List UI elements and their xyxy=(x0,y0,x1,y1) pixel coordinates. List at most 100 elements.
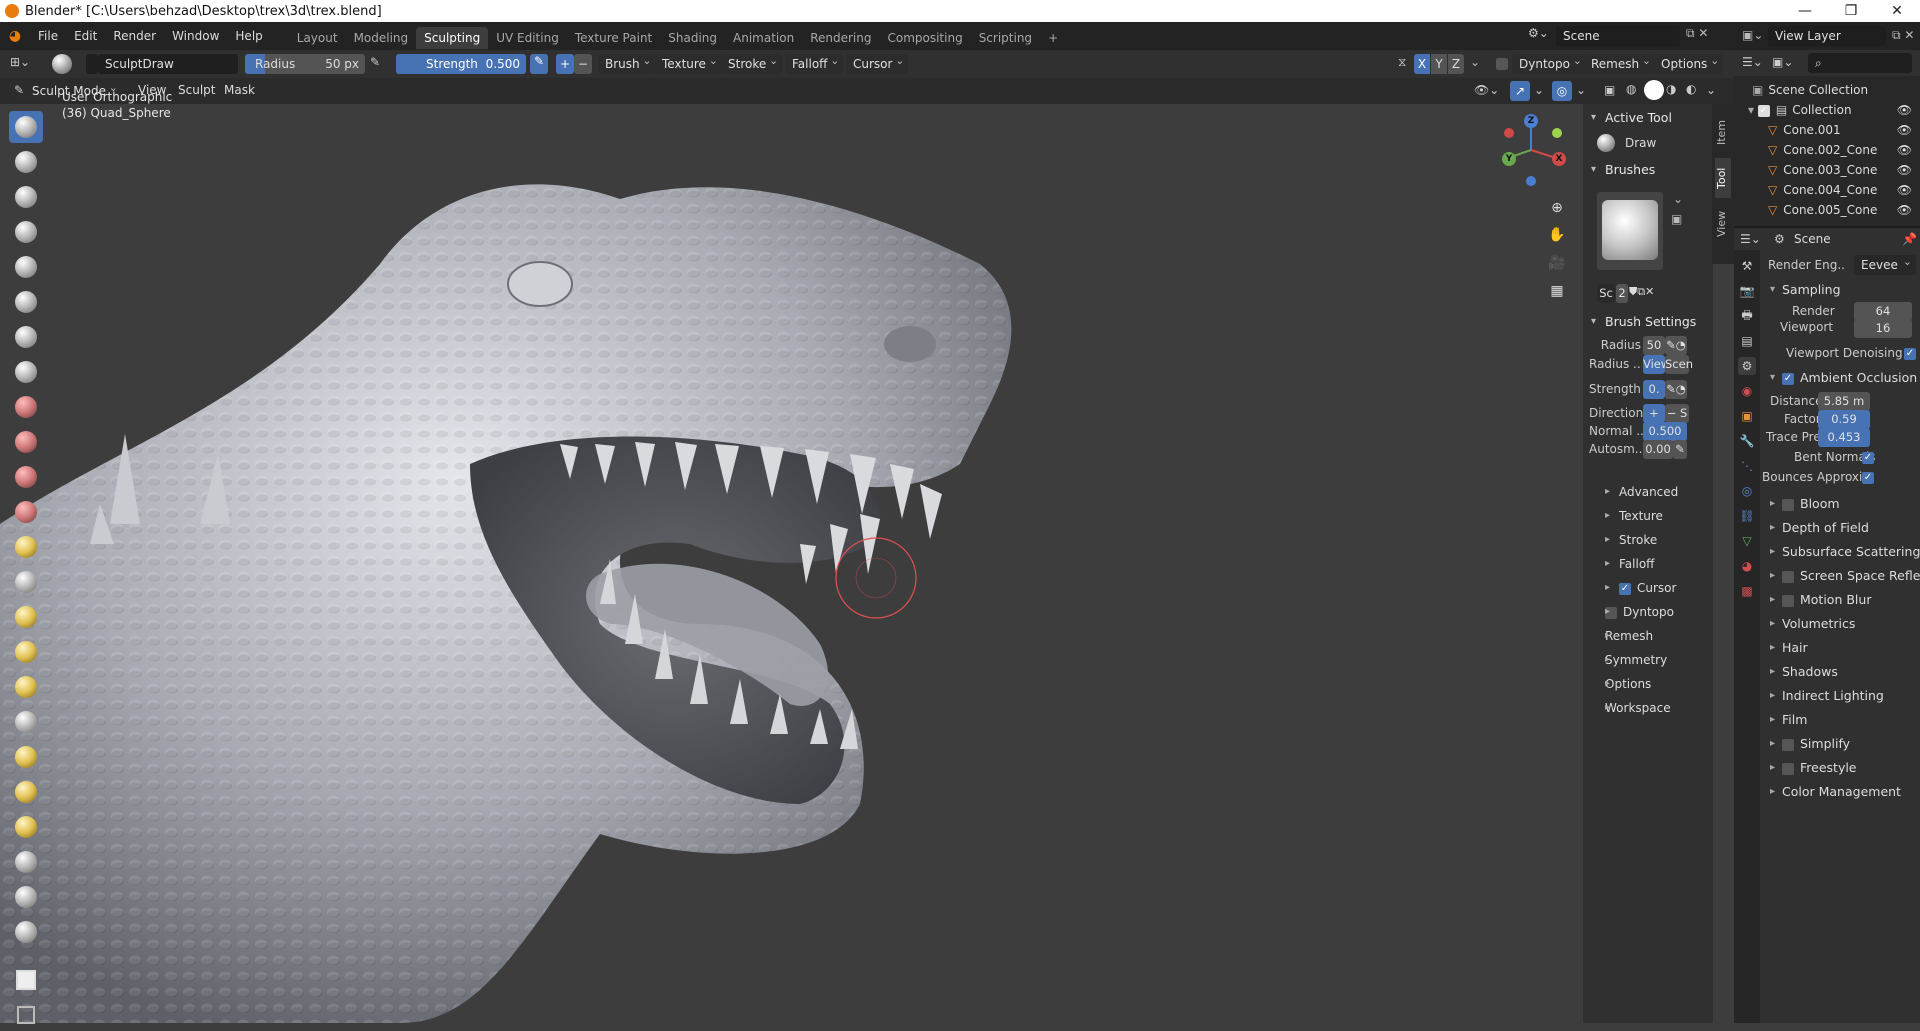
pin-icon[interactable]: 📌 xyxy=(1902,232,1917,246)
brush-settings-header[interactable]: Brush Settings xyxy=(1583,310,1713,334)
bent-normals-checkbox[interactable] xyxy=(1862,452,1874,464)
outliner-item[interactable]: ▽ Cone.005_Cone 👁 xyxy=(1734,200,1920,220)
snake-hook-tool-icon[interactable] xyxy=(9,601,43,633)
radius-slider[interactable]: Radius 50 px xyxy=(245,54,365,74)
indirect-lighting-panel[interactable]: Indirect Lighting xyxy=(1760,684,1920,708)
autosmooth-field[interactable]: 0.00 xyxy=(1643,440,1673,459)
tab-uv-editing[interactable]: UV Editing xyxy=(488,27,567,49)
radius-field-np[interactable]: 50 xyxy=(1643,336,1665,355)
simplify-tool-icon[interactable] xyxy=(9,811,43,843)
constraints-tab-icon[interactable]: ⛓ xyxy=(1738,507,1756,525)
texture-tab-icon[interactable]: ▩ xyxy=(1738,582,1756,600)
collection-checkbox[interactable] xyxy=(1757,104,1770,117)
brush-slot-name[interactable]: Sc xyxy=(1597,284,1615,303)
bloom-checkbox[interactable] xyxy=(1782,498,1794,511)
eye-icon[interactable]: 👁 xyxy=(1897,180,1912,200)
depth-of-field-panel[interactable]: Depth of Field xyxy=(1760,516,1920,540)
tab-item[interactable]: Item xyxy=(1715,112,1731,152)
falloff-subpanel[interactable]: Falloff xyxy=(1583,552,1713,576)
output-tab-icon[interactable]: 🖶 xyxy=(1738,307,1756,325)
bounces-checkbox[interactable] xyxy=(1862,472,1874,484)
menu-edit[interactable]: Edit xyxy=(66,22,105,50)
outliner-item[interactable]: ▽ Cone.001 👁 xyxy=(1734,120,1920,140)
eye-icon[interactable]: 👁 xyxy=(1897,200,1912,220)
navigation-gizmo[interactable]: Z X Y xyxy=(1496,114,1566,188)
shading-wireframe-icon[interactable]: ◍ xyxy=(1626,82,1636,96)
box-mask-tool-icon[interactable] xyxy=(9,881,43,913)
brushes-header[interactable]: Brushes xyxy=(1583,158,1713,182)
overlay-options-icon[interactable]: ⌄ xyxy=(1576,83,1586,97)
stroke-subpanel[interactable]: Stroke xyxy=(1583,528,1713,552)
strength-pressure-icon[interactable]: ✎ xyxy=(530,54,548,74)
hair-panel[interactable]: Hair xyxy=(1760,636,1920,660)
ssr-checkbox[interactable] xyxy=(1782,570,1794,583)
minimize-button[interactable]: — xyxy=(1782,0,1828,22)
transform-tool-icon[interactable] xyxy=(9,964,43,996)
remesh-menu[interactable]: Remesh xyxy=(1584,51,1656,74)
mask-tool-icon[interactable] xyxy=(9,846,43,878)
scrape-tool-icon[interactable] xyxy=(9,496,43,528)
dyntopo-panel[interactable]: Dyntopo xyxy=(1583,600,1713,624)
simplify-checkbox[interactable] xyxy=(1782,738,1794,751)
outliner-item[interactable]: ▽ Cone.002_Cone 👁 xyxy=(1734,140,1920,160)
view-layer-add-icon[interactable]: ⧉ ✕ xyxy=(1892,28,1914,43)
ortho-grid-icon[interactable]: ▦ xyxy=(1544,278,1570,304)
shading-material-icon[interactable]: ◑ xyxy=(1666,82,1676,96)
factor-field[interactable]: 0.59 xyxy=(1818,410,1870,429)
texture-subpanel[interactable]: Texture xyxy=(1583,504,1713,528)
brush-image-icon[interactable]: ▣ xyxy=(1671,212,1682,226)
symmetry-icon[interactable]: ⧖ xyxy=(1398,55,1406,70)
radius-unit-view[interactable]: View xyxy=(1643,355,1670,374)
brush-list-icon[interactable]: ⌄ xyxy=(1673,192,1683,206)
pan-hand-icon[interactable]: ✋ xyxy=(1544,222,1570,248)
dyntopo-checkbox[interactable] xyxy=(1496,58,1508,70)
motion-blur-checkbox[interactable] xyxy=(1782,594,1794,607)
zoom-icon[interactable]: ⊕ xyxy=(1544,195,1570,221)
gizmo-options-icon[interactable]: ⌄ xyxy=(1534,83,1544,97)
menu-help[interactable]: Help xyxy=(227,22,270,50)
inflate-tool-icon[interactable] xyxy=(9,286,43,318)
tool-tab-icon[interactable]: ⚒ xyxy=(1738,257,1756,275)
gizmo-z-icon[interactable]: Z xyxy=(1524,114,1538,128)
blob-tool-icon[interactable] xyxy=(9,321,43,353)
render-tab-icon[interactable]: 📷 xyxy=(1738,282,1756,300)
flatten-tool-icon[interactable] xyxy=(9,426,43,458)
grab-tool-icon[interactable] xyxy=(9,566,43,598)
options-menu[interactable]: Options xyxy=(1654,51,1724,74)
symmetry-y-toggle[interactable]: Y xyxy=(1431,54,1447,74)
menu-mask[interactable]: Mask xyxy=(216,77,263,103)
ao-checkbox[interactable] xyxy=(1782,372,1794,385)
subsurface-scattering-panel[interactable]: Subsurface Scattering xyxy=(1760,540,1920,564)
box-hide-tool-icon[interactable] xyxy=(9,916,43,948)
film-panel[interactable]: Film xyxy=(1760,708,1920,732)
pose-tool-icon[interactable] xyxy=(9,671,43,703)
cursor-menu[interactable]: Cursor xyxy=(846,51,909,74)
brush-name-field[interactable]: SculptDraw xyxy=(98,54,238,74)
visibility-icon[interactable]: 👁⌄ xyxy=(1474,83,1499,97)
direction-add-np[interactable]: + xyxy=(1643,404,1665,423)
tab-modeling[interactable]: Modeling xyxy=(346,27,417,49)
freestyle-panel[interactable]: Freestyle xyxy=(1760,756,1920,780)
outliner-item[interactable]: ▽ Cone.003_Cone 👁 xyxy=(1734,160,1920,180)
brush-fake-user-icon[interactable]: ⛊⧉✕ xyxy=(1629,285,1654,299)
dyntopo-menu[interactable]: Dyntopo xyxy=(1512,51,1586,74)
modifier-tab-icon[interactable]: 🔧 xyxy=(1738,432,1756,450)
tab-rendering[interactable]: Rendering xyxy=(802,27,879,49)
tab-compositing[interactable]: Compositing xyxy=(879,27,970,49)
direction-sub-np[interactable]: − S xyxy=(1665,404,1689,423)
layer-tool-icon[interactable] xyxy=(9,251,43,283)
view-layer-tab-icon[interactable]: ▤ xyxy=(1738,332,1756,350)
material-tab-icon[interactable]: ◕ xyxy=(1738,557,1756,575)
stroke-menu[interactable]: Stroke xyxy=(721,51,783,74)
tab-layout[interactable]: Layout xyxy=(289,27,346,49)
outliner-filter-icon[interactable]: ▣⌄ xyxy=(1772,55,1793,69)
eye-icon[interactable]: 👁 xyxy=(1897,140,1912,160)
viewport-denoising-checkbox[interactable] xyxy=(1904,348,1916,360)
menu-render[interactable]: Render xyxy=(105,22,164,50)
tab-view[interactable]: View xyxy=(1715,204,1731,244)
workspace-panel[interactable]: Workspace xyxy=(1583,696,1713,720)
brush-menu[interactable]: Brush xyxy=(598,51,656,74)
shading-options-icon[interactable]: ⌄ xyxy=(1706,83,1716,97)
blender-menu-icon[interactable]: ◕ xyxy=(0,28,30,44)
view-layer-icon[interactable]: ▣⌄ xyxy=(1742,28,1763,42)
